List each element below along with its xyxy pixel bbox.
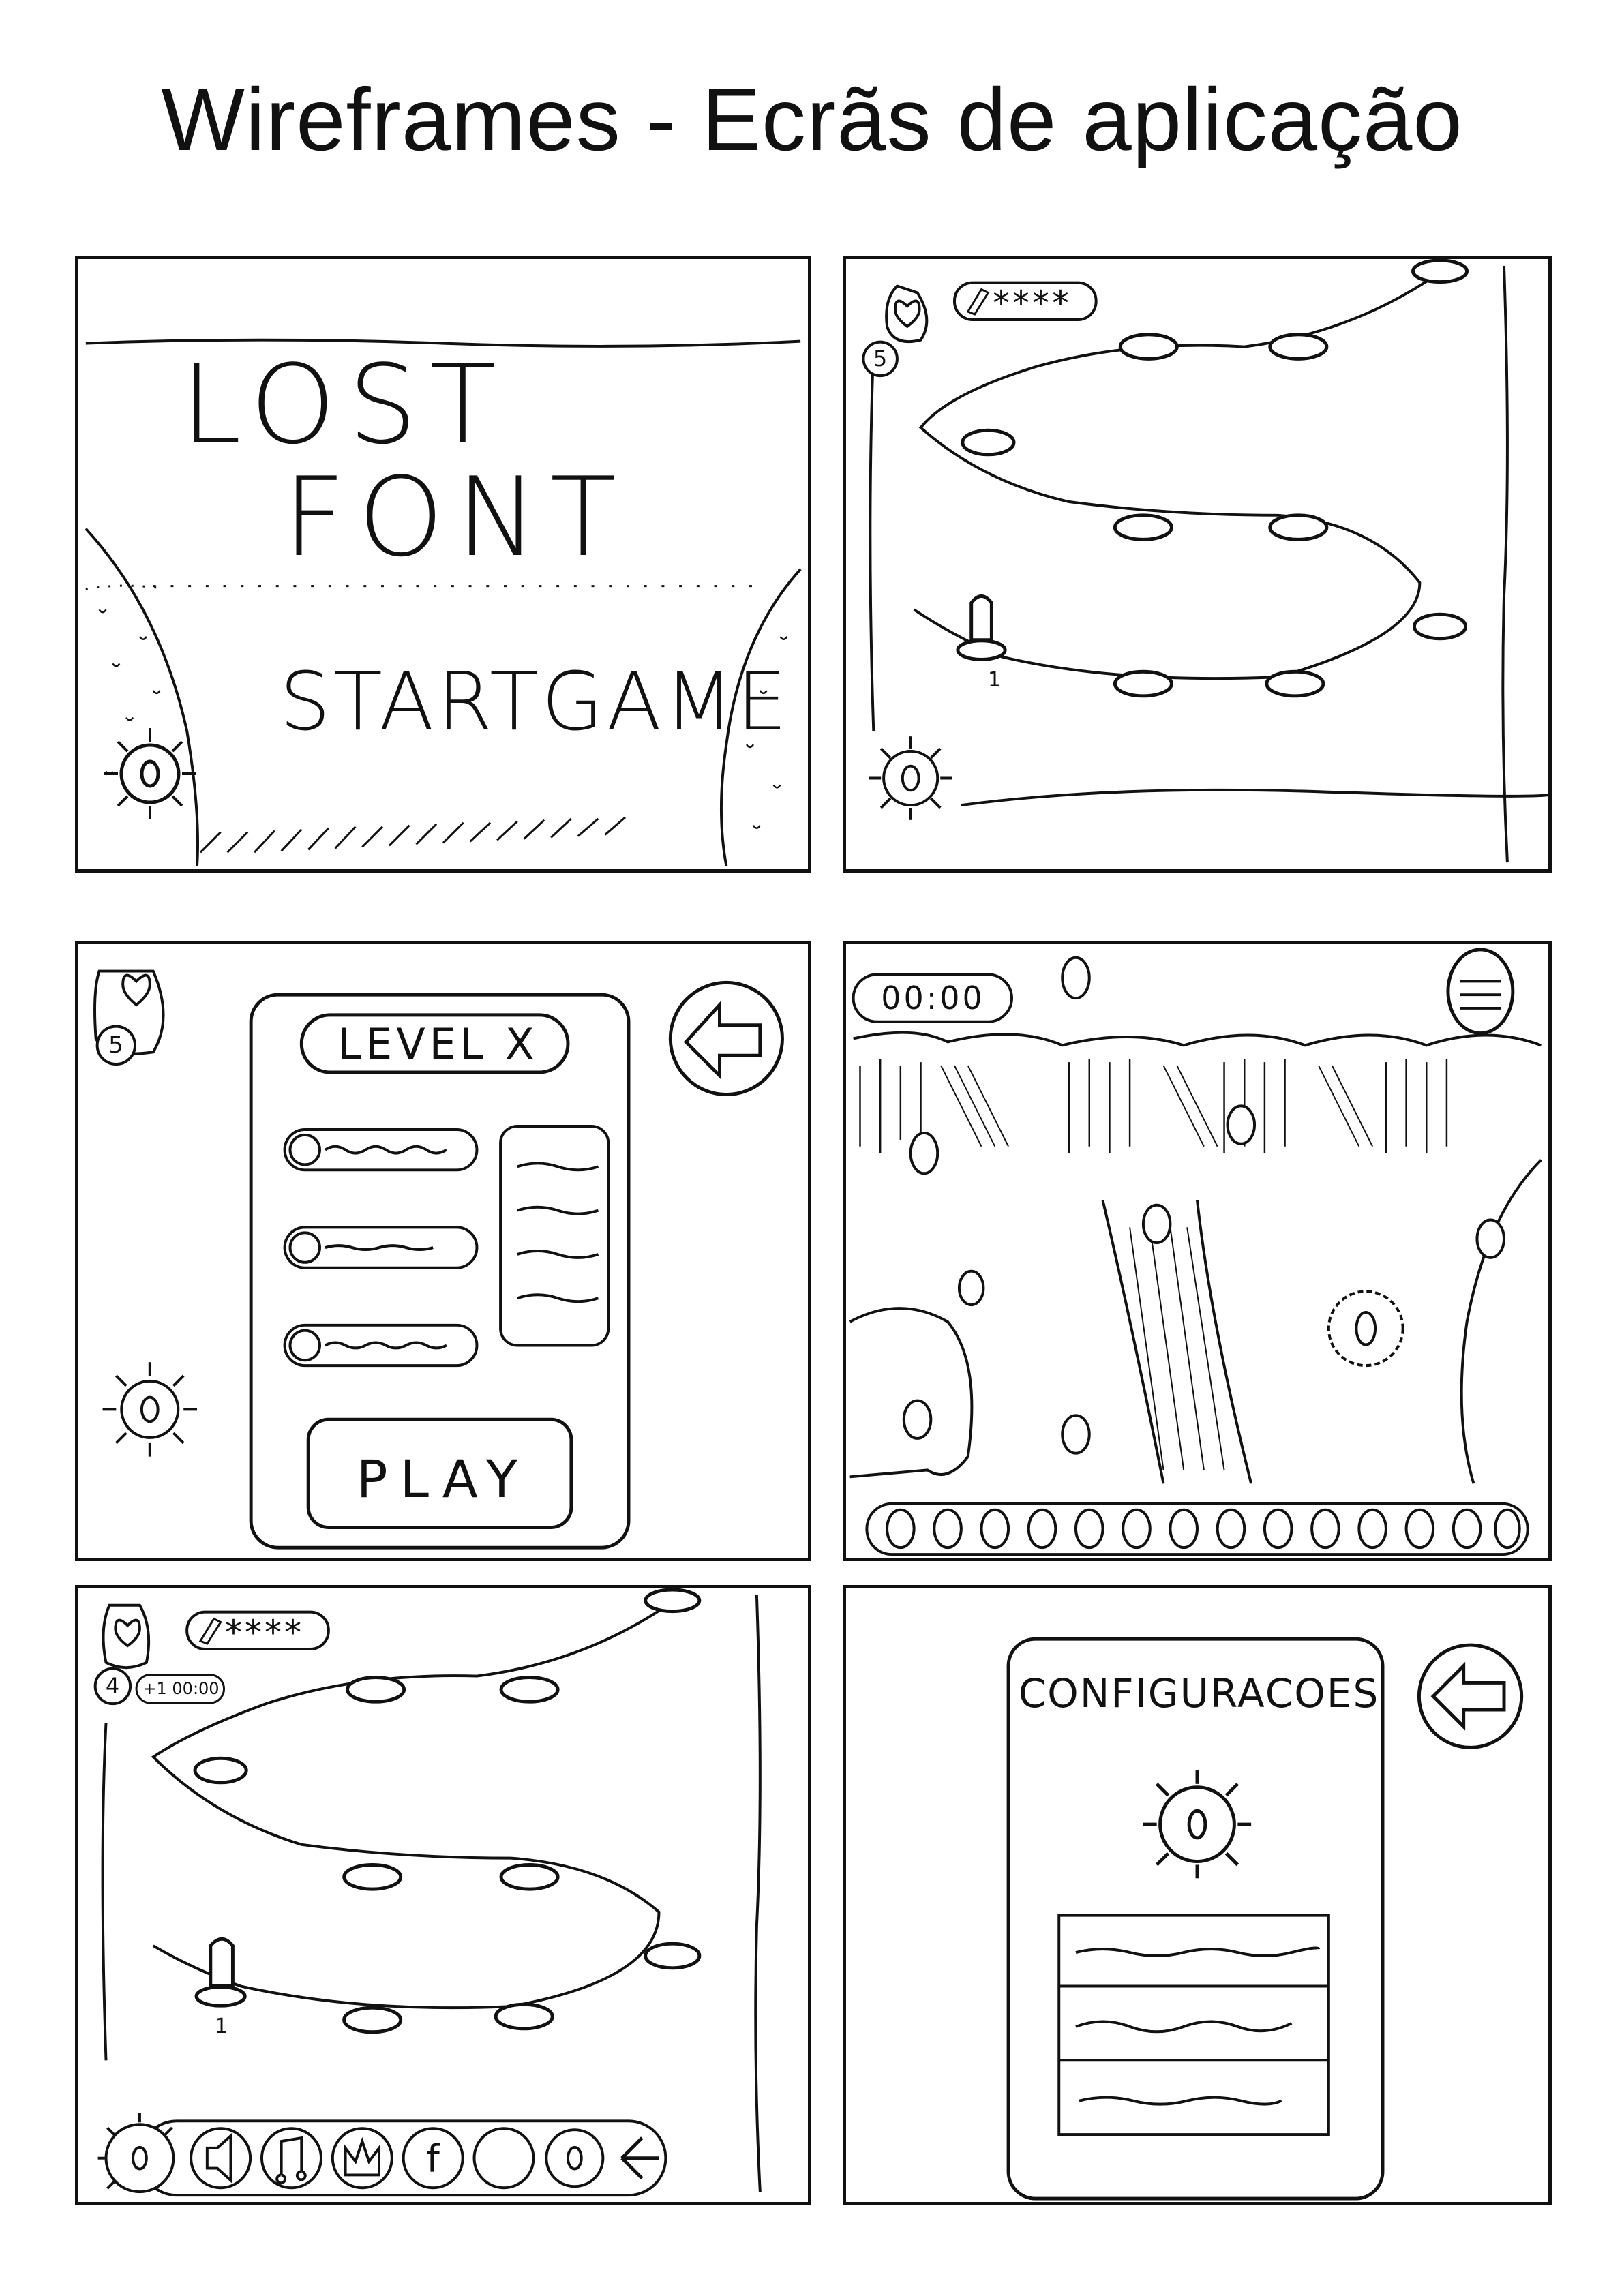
gear-icon-detail <box>102 1362 198 1457</box>
gear-icon-map <box>869 736 953 820</box>
cave-ceiling <box>853 1031 1542 1047</box>
lives-count: 5 <box>873 346 888 372</box>
sound-button[interactable] <box>192 2134 252 2194</box>
settings-option-2[interactable] <box>1061 1991 1334 2066</box>
gameplay-drawing <box>849 948 1542 1556</box>
timer-display: 00:00 <box>881 980 985 1016</box>
page-title: Wireframes - Ecrãs de aplicação <box>161 70 1463 169</box>
lives-count: 5 <box>108 1031 123 1059</box>
bonus-timer: +1 00:00 <box>142 1679 220 1698</box>
start-node-label: 1 <box>215 2014 228 2038</box>
flower-center <box>1355 1311 1377 1346</box>
gear-icon[interactable] <box>99 723 201 825</box>
ground-dotted-line <box>85 584 160 591</box>
left-border-wave <box>869 346 875 731</box>
play-button[interactable]: PLAY <box>310 1449 576 1509</box>
screen-level-detail: 5 LEVEL X PLAY <box>75 941 811 1561</box>
level-title: LEVEL X <box>337 1019 539 1069</box>
screen-settings: CONFIGURACOES <box>843 1585 1552 2205</box>
rain-strokes <box>859 1059 1448 1153</box>
settings-title: CONFIGURACOES <box>1018 1670 1380 1717</box>
close-menu-button[interactable] <box>624 2141 668 2188</box>
description-box <box>499 1125 610 1347</box>
facebook-button[interactable] <box>406 2134 466 2194</box>
left-border-wave <box>101 1723 108 2061</box>
right-border-wave <box>754 1595 762 2192</box>
screen-level-map-menu: f 4 **** +1 00:00 1 <box>75 1585 811 2205</box>
lives-count: 4 <box>105 1673 120 1699</box>
heart-icon <box>114 1618 141 1648</box>
right-hill <box>1460 1159 1542 1484</box>
music-button[interactable] <box>263 2134 323 2194</box>
screen-level-map: 5 **** 1 <box>843 256 1552 873</box>
lives-blob <box>885 284 929 344</box>
back-button[interactable] <box>1425 1646 1529 1749</box>
coin-ovals <box>902 956 1505 1455</box>
grass-strokes <box>199 816 626 854</box>
flower-bush <box>1327 1290 1404 1368</box>
start-node-label: 1 <box>988 668 1002 692</box>
screen-gameplay: 00:00 <box>843 941 1552 1561</box>
settings-option-1[interactable] <box>1061 1919 1334 1991</box>
left-bush <box>849 1307 974 1479</box>
screen-start: LOST FONT STARTGAME <box>75 256 811 873</box>
lives-blob <box>102 1603 151 1670</box>
player-start-pin <box>956 594 1007 661</box>
start-game-button[interactable]: STARTGAME <box>280 654 790 749</box>
heart-icon <box>893 299 921 329</box>
right-border-wave <box>1501 265 1509 863</box>
diagonal-hatching <box>940 1065 1374 1147</box>
logo-line-font: FONT <box>283 453 629 581</box>
level-nodes <box>961 259 1469 698</box>
stars-count: **** <box>225 1613 304 1652</box>
level-map-drawing <box>862 259 1548 863</box>
back-button[interactable] <box>676 983 790 1096</box>
stars-count: **** <box>993 284 1072 323</box>
ranking-button[interactable] <box>335 2134 395 2194</box>
logo-line-lost: LOST <box>181 341 509 468</box>
gear-icon-settings <box>1143 1770 1252 1879</box>
pause-button[interactable] <box>1454 950 1520 1034</box>
settings-button[interactable] <box>551 2136 608 2193</box>
level-nodes <box>193 1588 702 2034</box>
waterfall <box>1101 1200 1253 1484</box>
ground-line <box>961 788 1548 807</box>
waterfall-lines <box>1129 1227 1225 1470</box>
objective-list <box>283 1128 479 1368</box>
level-node[interactable] <box>1129 335 1177 363</box>
settings-option-3[interactable] <box>1061 2066 1334 2141</box>
heart-icon <box>121 973 151 1007</box>
